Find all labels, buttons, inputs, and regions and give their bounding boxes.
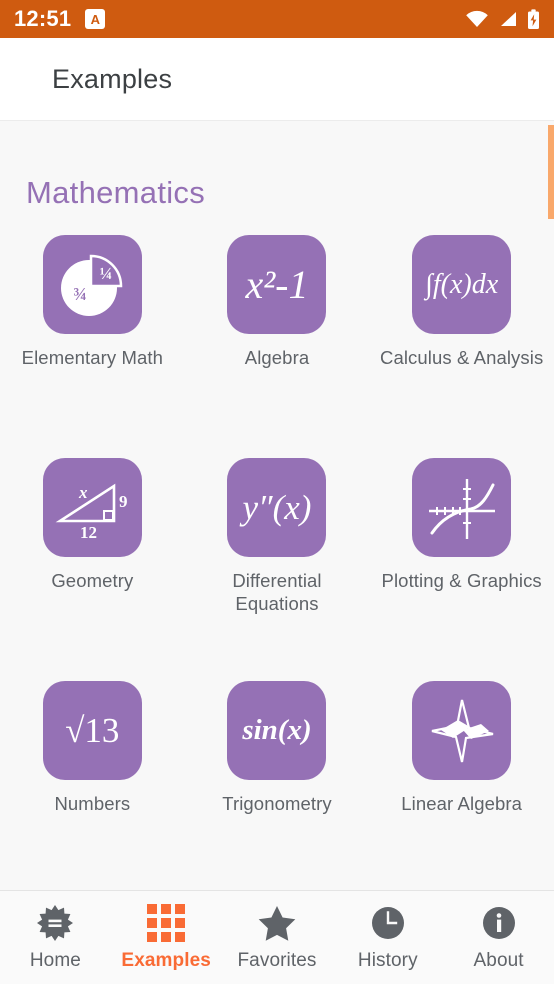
grid-item-algebra[interactable]: x²-1 Algebra bbox=[185, 235, 370, 458]
grid-item-label: Algebra bbox=[244, 347, 310, 368]
app-screen: 12:51 A Examples Mathematics ¼ ¾ Element… bbox=[0, 0, 554, 984]
cellular-signal-icon bbox=[501, 12, 516, 26]
pie-fraction-icon: ¼ ¾ bbox=[42, 235, 142, 334]
examples-scroll-area[interactable]: Mathematics ¼ ¾ Elementary Math x²-1 Alg… bbox=[0, 121, 554, 890]
square-root-icon: √13 bbox=[42, 681, 142, 780]
tile-glyph: ∫f(x)dx bbox=[425, 268, 499, 300]
grid-item-label: Geometry bbox=[51, 570, 134, 591]
examples-grid: ¼ ¾ Elementary Math x²-1 Algebra ∫f(x)dx… bbox=[0, 235, 554, 890]
x-squared-minus-one-icon: x²-1 bbox=[227, 235, 327, 334]
grid-item-label: Calculus & Analysis bbox=[379, 347, 544, 368]
tile-glyph: x²-1 bbox=[245, 262, 309, 307]
status-bar: 12:51 A bbox=[0, 0, 554, 38]
tile-glyph: √13 bbox=[65, 710, 120, 750]
app-notification-badge-icon: A bbox=[85, 9, 106, 29]
grid-item-label: Numbers bbox=[54, 793, 131, 814]
second-derivative-icon: y″(x) bbox=[227, 458, 327, 557]
right-triangle-icon: x 9 12 bbox=[42, 458, 142, 557]
integral-icon: ∫f(x)dx bbox=[412, 235, 512, 334]
grid-item-label: Elementary Math bbox=[21, 347, 163, 368]
axis-curve-plot-icon bbox=[412, 458, 512, 557]
nav-item-label: Favorites bbox=[237, 950, 317, 971]
nav-item-examples[interactable]: Examples bbox=[111, 891, 222, 984]
nav-item-label: History bbox=[357, 950, 418, 971]
grid-item-label: Differential Equations bbox=[232, 570, 322, 614]
section-heading: Mathematics bbox=[26, 175, 206, 210]
star-icon bbox=[257, 903, 297, 943]
tile-glyph: y″(x) bbox=[242, 487, 312, 527]
grid-item-geometry[interactable]: x 9 12 Geometry bbox=[0, 458, 185, 681]
svg-text:9: 9 bbox=[119, 492, 128, 511]
wolfram-starburst-icon bbox=[36, 903, 74, 943]
grid-item-calculus-analysis[interactable]: ∫f(x)dx Calculus & Analysis bbox=[369, 235, 554, 458]
vertical-scrollbar[interactable] bbox=[548, 125, 554, 219]
battery-charging-icon bbox=[528, 8, 539, 29]
status-icons bbox=[465, 8, 540, 30]
page-title: Examples bbox=[52, 63, 173, 94]
grid-item-label: Plotting & Graphics bbox=[381, 570, 542, 591]
clock-icon bbox=[371, 903, 405, 943]
svg-text:x: x bbox=[78, 483, 88, 502]
tile-glyph: sin(x) bbox=[242, 714, 312, 746]
grid-item-linear-algebra[interactable]: Linear Algebra bbox=[369, 681, 554, 890]
sine-function-icon: sin(x) bbox=[227, 681, 327, 780]
nav-item-home[interactable]: Home bbox=[0, 891, 111, 984]
grid-item-label: Linear Algebra bbox=[401, 793, 523, 814]
svg-text:12: 12 bbox=[80, 523, 97, 542]
wifi-icon bbox=[466, 10, 488, 28]
nav-item-about[interactable]: About bbox=[443, 891, 554, 984]
bottom-navigation: Home Examples Favorites History About bbox=[0, 890, 554, 984]
grid-item-label: Trigonometry bbox=[222, 793, 332, 814]
app-bar: Examples bbox=[0, 38, 554, 121]
vector-plane-icon bbox=[412, 681, 512, 780]
grid-item-plotting-graphics[interactable]: Plotting & Graphics bbox=[369, 458, 554, 681]
nav-item-history[interactable]: History bbox=[332, 891, 443, 984]
nav-item-label: Home bbox=[29, 950, 81, 971]
status-time: 12:51 bbox=[14, 6, 72, 31]
svg-text:¼: ¼ bbox=[100, 264, 113, 283]
grid-item-differential-equations[interactable]: y″(x) Differential Equations bbox=[185, 458, 370, 681]
info-circle-icon bbox=[482, 903, 516, 943]
nav-item-label: Examples bbox=[121, 950, 211, 971]
grid-item-trigonometry[interactable]: sin(x) Trigonometry bbox=[185, 681, 370, 890]
grid-item-elementary-math[interactable]: ¼ ¾ Elementary Math bbox=[0, 235, 185, 458]
svg-text:¾: ¾ bbox=[74, 284, 88, 304]
nav-item-favorites[interactable]: Favorites bbox=[222, 891, 333, 984]
grid-icon bbox=[147, 903, 186, 943]
grid-item-numbers[interactable]: √13 Numbers bbox=[0, 681, 185, 890]
nav-item-label: About bbox=[473, 950, 524, 971]
